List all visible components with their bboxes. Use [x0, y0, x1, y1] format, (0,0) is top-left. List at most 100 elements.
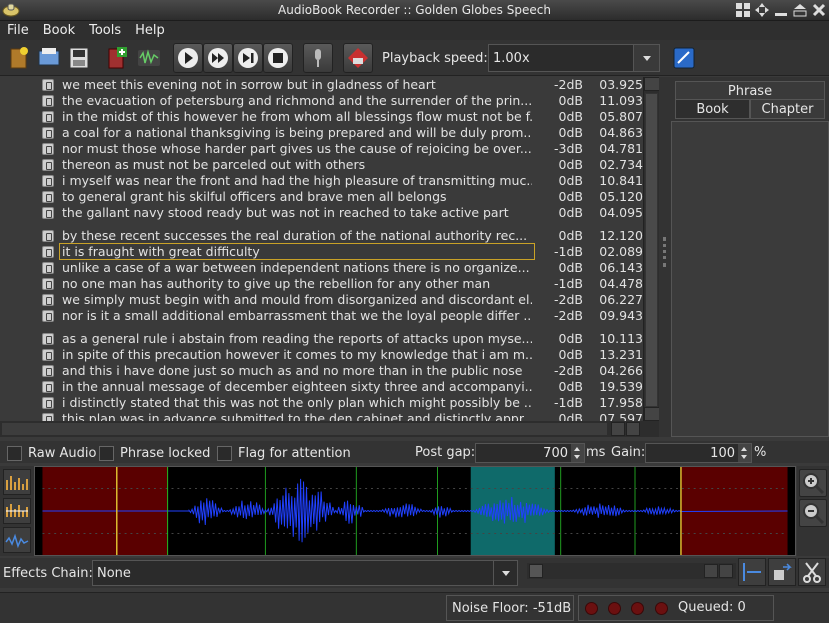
- phrase-row[interactable]: unlike a case of a war between independe…: [0, 260, 643, 276]
- phrase-list-vscroll[interactable]: [643, 77, 660, 421]
- phrase-status-icon: [42, 143, 54, 155]
- phrase-row[interactable]: and this i have done just so much as and…: [0, 363, 643, 379]
- phrase-row[interactable]: thereon as must not be parceled out with…: [0, 157, 643, 173]
- raw-audio-checkbox[interactable]: Raw Audio: [7, 444, 96, 462]
- phrase-gain: 0dB: [558, 347, 583, 362]
- phrase-gain: -1dB: [554, 395, 583, 410]
- playback-speed-select[interactable]: 1.00x: [488, 44, 660, 72]
- phrase-row[interactable]: this plan was in advance submitted to th…: [0, 411, 643, 421]
- phrase-row[interactable]: we simply must begin with and mould from…: [0, 292, 643, 308]
- stop-button[interactable]: [263, 43, 293, 73]
- open-book-button[interactable]: [34, 43, 64, 73]
- effects-button[interactable]: [343, 43, 373, 73]
- phrase-row[interactable]: i distinctly stated that this was not th…: [0, 395, 643, 411]
- phrase-status-icon: [42, 191, 54, 203]
- scroll-right-icon[interactable]: [626, 422, 640, 436]
- save-icon: [69, 47, 89, 69]
- menu-help[interactable]: Help: [128, 21, 172, 40]
- waveform-hscroll[interactable]: [527, 563, 736, 579]
- phrase-row[interactable]: i myself was near the front and had the …: [0, 173, 643, 189]
- scroll-thumb[interactable]: [645, 93, 658, 407]
- waveform-display[interactable]: [34, 466, 796, 556]
- effects-chain-select[interactable]: None: [92, 560, 518, 586]
- post-gap-spinner[interactable]: 700: [475, 443, 585, 463]
- playback-speed-label: Playback speed:: [382, 51, 488, 66]
- new-chapter-button[interactable]: [102, 43, 132, 73]
- record-button[interactable]: [303, 43, 333, 73]
- phrase-row[interactable]: we meet this evening not in sorrow but i…: [0, 77, 643, 93]
- phrase-row[interactable]: as a general rule i abstain from reading…: [0, 331, 643, 347]
- playback-speed-value: 1.00x: [493, 51, 530, 66]
- phrase-gain: -2dB: [554, 292, 583, 307]
- peak-view-button[interactable]: [3, 469, 31, 495]
- panel-splitter[interactable]: [659, 77, 671, 437]
- phrase-row[interactable]: the evacuation of petersburg and richmon…: [0, 93, 643, 109]
- window-title: AudioBook Recorder :: Golden Globes Spee…: [278, 3, 551, 17]
- phrase-row[interactable]: nor must those whose harder part gives u…: [0, 141, 643, 157]
- move-icon[interactable]: [754, 2, 770, 18]
- phrase-duration: 09.943: [599, 308, 643, 323]
- spinner-arrows-icon[interactable]: [571, 444, 584, 462]
- checkbox-box[interactable]: [217, 445, 232, 461]
- phrase-row[interactable]: it is fraught with great difficulty -1dB 0…: [0, 243, 643, 260]
- phrase-row[interactable]: in the midst of this however he from who…: [0, 109, 643, 125]
- phrase-status-icon: [42, 397, 54, 409]
- cut-button[interactable]: [798, 558, 826, 586]
- publish-button[interactable]: [669, 43, 699, 73]
- wave-view-button[interactable]: [3, 527, 31, 553]
- scroll-up-icon[interactable]: [644, 77, 660, 91]
- phrase-row[interactable]: a coal for a national thanksgiving is be…: [0, 125, 643, 141]
- skip-end-icon: [238, 48, 258, 68]
- play-button[interactable]: [173, 43, 203, 73]
- zoom-out-button[interactable]: [799, 499, 827, 527]
- post-gap-value: 700: [543, 446, 568, 461]
- zoom-in-button[interactable]: [799, 469, 827, 497]
- amplitude-view-button[interactable]: [3, 498, 31, 524]
- phrase-list[interactable]: we meet this evening not in sorrow but i…: [0, 77, 643, 421]
- phrase-options-bar: Raw Audio Phrase locked Flag for attenti…: [0, 441, 829, 463]
- tab-book[interactable]: Book: [675, 99, 750, 119]
- hscroll-track[interactable]: [2, 423, 607, 435]
- tile-icon[interactable]: [735, 2, 751, 18]
- status-led-icon: [608, 602, 621, 615]
- phrase-duration: 06.143: [599, 260, 643, 275]
- phrase-list-hscroll[interactable]: [0, 421, 659, 437]
- checkbox-box[interactable]: [7, 445, 22, 461]
- phrase-row[interactable]: to general grant his skilful officers an…: [0, 189, 643, 205]
- auto-trim-button[interactable]: [768, 558, 796, 586]
- phrase-row[interactable]: by these recent successes the real durat…: [0, 228, 643, 244]
- phrase-row[interactable]: in spite of this precaution however it c…: [0, 347, 643, 363]
- minimize-icon[interactable]: [773, 2, 789, 18]
- new-book-button[interactable]: [4, 43, 34, 73]
- checkbox-box[interactable]: [99, 445, 114, 461]
- menu-tools[interactable]: Tools: [82, 21, 128, 40]
- spinner-arrows-icon[interactable]: [738, 444, 751, 462]
- peak-waveform-icon: [6, 476, 28, 490]
- tab-chapter[interactable]: Chapter: [750, 99, 825, 119]
- scroll-down-icon[interactable]: [644, 407, 660, 421]
- scroll-right-icon[interactable]: [719, 564, 733, 578]
- phrase-locked-checkbox[interactable]: Phrase locked: [99, 444, 210, 462]
- menu-book[interactable]: Book: [36, 21, 82, 40]
- save-book-button[interactable]: [64, 43, 94, 73]
- phrase-row[interactable]: in the annual message of december eighte…: [0, 379, 643, 395]
- scroll-left-icon[interactable]: [611, 422, 625, 436]
- phrase-row[interactable]: no one man has authority to give up the …: [0, 276, 643, 292]
- scroll-left-icon[interactable]: [704, 564, 718, 578]
- flag-attention-checkbox[interactable]: Flag for attention: [217, 444, 351, 462]
- phrase-row[interactable]: the gallant navy stood ready but was not…: [0, 205, 643, 221]
- play-next-button[interactable]: [203, 43, 233, 73]
- close-icon[interactable]: [811, 2, 827, 18]
- maximize-icon[interactable]: [792, 2, 808, 18]
- tab-phrase[interactable]: Phrase: [675, 81, 825, 101]
- phrase-text: by these recent successes the real durat…: [62, 228, 528, 243]
- phrase-row[interactable]: nor is it a small additional embarrassme…: [0, 308, 643, 324]
- post-gap-unit: ms: [586, 445, 606, 460]
- scroll-thumb[interactable]: [529, 564, 543, 578]
- menu-file[interactable]: File: [0, 21, 36, 40]
- set-start-button[interactable]: [738, 558, 766, 586]
- phrase-text: it is fraught with great difficulty: [59, 243, 535, 260]
- gain-spinner[interactable]: 100: [645, 443, 752, 463]
- play-to-end-button[interactable]: [233, 43, 263, 73]
- mp3-export-button[interactable]: [134, 43, 164, 73]
